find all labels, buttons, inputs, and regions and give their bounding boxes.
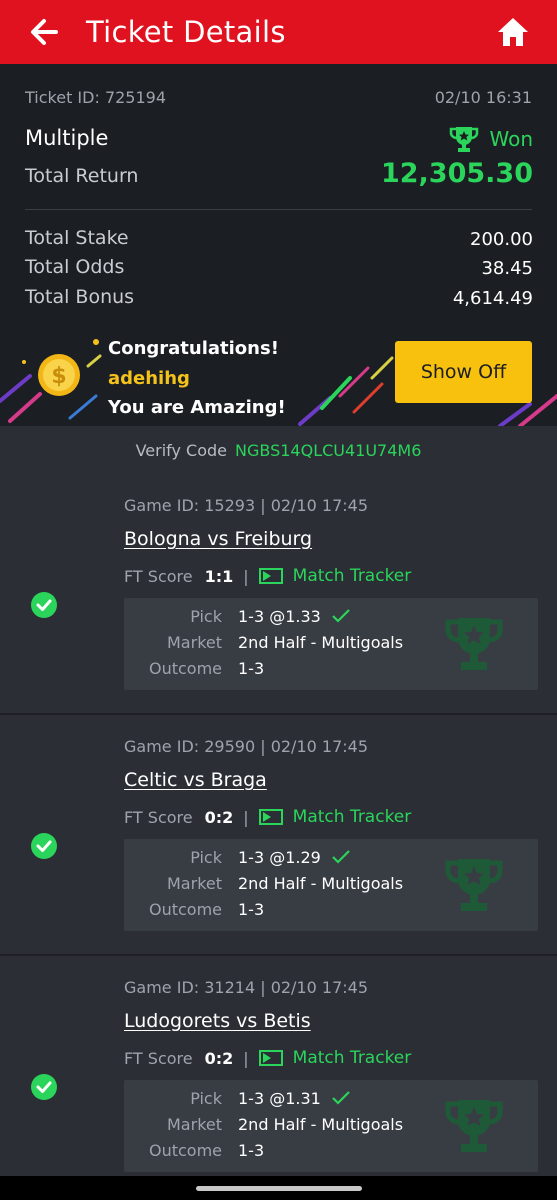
game-id: Game ID: 31214 | 02/10 17:45: [124, 978, 368, 997]
match-tracker-icon[interactable]: [258, 809, 283, 825]
congrats-banner: $ Congratulations! adehihg You are Amazi…: [0, 326, 557, 426]
match-teams-link[interactable]: Ludogorets vs Betis: [124, 1010, 311, 1032]
match-tracker-icon[interactable]: [258, 568, 283, 584]
ticket-summary: Ticket ID: 725194 02/10 16:31 Multiple W…: [0, 64, 557, 326]
amazing-text: You are Amazing!: [108, 397, 286, 418]
game-card: Game ID: 29590 | 02/10 17:45 Celtic vs B…: [0, 715, 557, 956]
game-id: Game ID: 29590 | 02/10 17:45: [124, 737, 368, 756]
check-icon: [332, 850, 350, 864]
verify-code-value[interactable]: NGBS14QLCU41U74M6: [235, 441, 421, 460]
app-header: Ticket Details: [0, 0, 557, 64]
game-list: Game ID: 15293 | 02/10 17:45 Bologna vs …: [0, 474, 557, 1197]
game-card: Game ID: 15293 | 02/10 17:45 Bologna vs …: [0, 474, 557, 715]
score-row: FT Score 0:2 | Match Tracker: [124, 807, 411, 827]
username: adehihg: [108, 368, 190, 389]
pick-value: 1-3 @1.33: [238, 607, 321, 626]
status-badge: Won: [449, 124, 533, 154]
check-icon: [332, 1091, 350, 1105]
pick-value-wrap: 1-3 @1.29: [238, 848, 351, 867]
pick-label: Pick: [190, 1089, 222, 1108]
won-check-icon: [31, 592, 57, 618]
svg-text:$: $: [51, 364, 66, 389]
ft-score-value: 0:2: [204, 1048, 234, 1068]
outcome-value: 1-3: [238, 1141, 265, 1160]
separator: |: [243, 566, 249, 586]
pick-details: Pick 1-3 @1.33 Market 2nd Half - Multigo…: [124, 598, 538, 690]
show-off-button[interactable]: Show Off: [395, 341, 532, 403]
home-button[interactable]: [496, 16, 530, 48]
divider: [25, 209, 532, 210]
market-value: 2nd Half - Multigoals: [238, 874, 404, 893]
match-tracker-link[interactable]: Match Tracker: [293, 566, 412, 586]
total-odds-value: 38.45: [481, 258, 533, 279]
total-stake-label: Total Stake: [25, 227, 129, 249]
status-label: Won: [489, 127, 533, 151]
total-return-label: Total Return: [25, 165, 139, 187]
verify-code-row: Verify Code NGBS14QLCU41U74M6: [0, 426, 557, 474]
check-icon: [332, 609, 350, 623]
ft-score-value: 0:2: [204, 807, 234, 827]
home-icon: [498, 18, 528, 46]
ft-score-label: FT Score: [124, 1048, 193, 1068]
trophy-watermark-icon: [445, 618, 503, 670]
pick-details: Pick 1-3 @1.31 Market 2nd Half - Multigo…: [124, 1080, 538, 1172]
trophy-watermark-icon: [445, 1100, 503, 1152]
ticket-date: 02/10 16:31: [434, 88, 532, 107]
total-stake-value: 200.00: [470, 229, 533, 250]
pick-label: Pick: [190, 848, 222, 867]
back-button[interactable]: [28, 16, 60, 48]
trophy-watermark-icon: [445, 859, 503, 911]
system-nav-bar: [0, 1176, 557, 1200]
trophy-icon: [450, 127, 479, 152]
page-title: Ticket Details: [86, 15, 286, 49]
verify-code-label: Verify Code: [135, 440, 228, 460]
congrats-text: Congratulations!: [108, 338, 279, 359]
pick-details: Pick 1-3 @1.29 Market 2nd Half - Multigo…: [124, 839, 538, 931]
match-tracker-link[interactable]: Match Tracker: [293, 807, 412, 827]
ft-score-value: 1:1: [204, 566, 234, 586]
pick-label: Pick: [190, 607, 222, 626]
match-teams-link[interactable]: Bologna vs Freiburg: [124, 528, 312, 550]
arrow-left-icon: [31, 19, 58, 45]
outcome-value: 1-3: [238, 659, 265, 678]
separator: |: [243, 807, 249, 827]
market-value: 2nd Half - Multigoals: [238, 633, 404, 652]
home-gesture-pill[interactable]: [196, 1186, 362, 1191]
bet-type: Multiple: [25, 126, 109, 150]
total-odds-label: Total Odds: [25, 256, 125, 278]
pick-value-wrap: 1-3 @1.33: [238, 607, 351, 626]
market-label: Market: [167, 1115, 222, 1134]
score-row: FT Score 1:1 | Match Tracker: [124, 566, 411, 586]
total-bonus-value: 4,614.49: [452, 288, 533, 309]
pick-value: 1-3 @1.31: [238, 1089, 321, 1108]
outcome-label: Outcome: [148, 659, 222, 678]
pick-value-wrap: 1-3 @1.31: [238, 1089, 351, 1108]
market-value: 2nd Half - Multigoals: [238, 1115, 404, 1134]
total-return-value: 12,305.30: [380, 158, 533, 189]
score-row: FT Score 0:2 | Match Tracker: [124, 1048, 411, 1068]
outcome-value: 1-3: [238, 900, 265, 919]
separator: |: [243, 1048, 249, 1068]
total-bonus-label: Total Bonus: [25, 286, 135, 308]
coin-icon: $: [38, 354, 80, 396]
match-teams-link[interactable]: Celtic vs Braga: [124, 769, 267, 791]
ticket-id: Ticket ID: 725194: [25, 88, 167, 107]
game-id: Game ID: 15293 | 02/10 17:45: [124, 496, 368, 515]
outcome-label: Outcome: [148, 900, 222, 919]
market-label: Market: [167, 874, 222, 893]
game-card: Game ID: 31214 | 02/10 17:45 Ludogorets …: [0, 956, 557, 1197]
ft-score-label: FT Score: [124, 807, 193, 827]
match-tracker-icon[interactable]: [258, 1050, 283, 1066]
pick-value: 1-3 @1.29: [238, 848, 321, 867]
market-label: Market: [167, 633, 222, 652]
ft-score-label: FT Score: [124, 566, 193, 586]
outcome-label: Outcome: [148, 1141, 222, 1160]
won-check-icon: [31, 1074, 57, 1100]
match-tracker-link[interactable]: Match Tracker: [293, 1048, 412, 1068]
won-check-icon: [31, 833, 57, 859]
